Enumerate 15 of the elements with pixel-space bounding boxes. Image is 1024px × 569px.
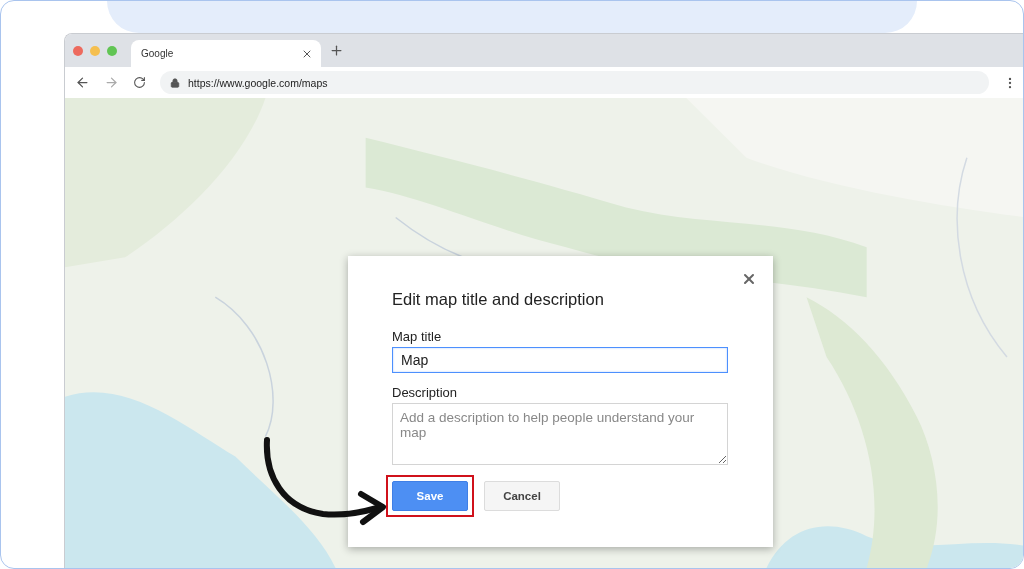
close-icon[interactable] bbox=[741, 271, 757, 287]
back-icon[interactable] bbox=[75, 75, 90, 90]
new-tab-icon[interactable] bbox=[329, 43, 344, 58]
url-text: https://www.google.com/maps bbox=[188, 76, 328, 89]
tab-title: Google bbox=[141, 48, 174, 59]
browser-tab[interactable]: Google bbox=[131, 40, 321, 67]
reload-icon[interactable] bbox=[133, 76, 146, 89]
field-label: Map title bbox=[392, 329, 443, 344]
dialog-title: Edit map title and description bbox=[392, 290, 605, 309]
title-input[interactable]: Map bbox=[392, 347, 728, 373]
field-label: Description bbox=[392, 385, 459, 400]
address-bar[interactable]: https://www.google.com/maps bbox=[160, 71, 989, 94]
lock-icon bbox=[170, 77, 180, 88]
description-field[interactable]: Add a description to help people understand your map bbox=[392, 403, 728, 465]
cancel-button[interactable]: Cancel bbox=[484, 481, 560, 511]
